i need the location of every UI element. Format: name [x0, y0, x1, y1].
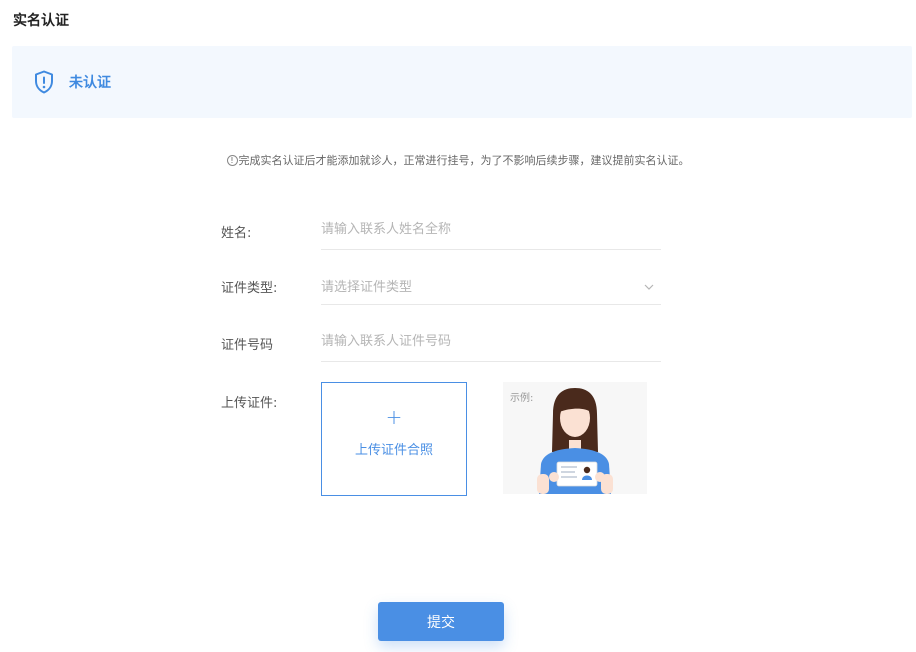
name-label: 姓名:	[221, 226, 252, 241]
upload-photo-button[interactable]: + 上传证件合照	[321, 382, 467, 496]
id-type-placeholder: 请选择证件类型	[321, 280, 413, 295]
verification-notice: ! 完成实名认证后才能添加就诊人，正常进行挂号，为了不影响后续步骤，建议提前实名认…	[0, 152, 916, 168]
name-row: 姓名:	[221, 210, 661, 250]
notice-text: 完成实名认证后才能添加就诊人，正常进行挂号，为了不影响后续步骤，建议提前实名认证…	[238, 154, 690, 167]
plus-icon: +	[385, 405, 403, 429]
upload-button-text: 上传证件合照	[354, 443, 433, 458]
id-number-field-wrapper	[321, 322, 661, 362]
page-title: 实名认证	[13, 13, 69, 29]
chevron-down-icon	[643, 278, 655, 290]
upload-label: 上传证件:	[221, 396, 278, 411]
name-field-wrapper	[321, 210, 661, 250]
example-label: 示例:	[510, 393, 534, 404]
id-number-row: 证件号码	[221, 322, 661, 362]
id-type-label: 证件类型:	[221, 281, 278, 296]
id-number-input[interactable]	[321, 322, 661, 360]
id-type-row: 证件类型: 请选择证件类型	[221, 265, 661, 305]
id-number-label: 证件号码	[221, 338, 274, 353]
verification-status-banner: 未认证	[12, 46, 912, 118]
submit-button[interactable]: 提交	[378, 602, 504, 641]
example-image: 示例:	[503, 382, 647, 494]
name-input[interactable]	[321, 210, 661, 248]
shield-alert-icon	[33, 69, 55, 95]
id-type-select[interactable]: 请选择证件类型	[321, 265, 661, 305]
verification-status-text: 未认证	[69, 75, 111, 91]
info-circle-icon: !	[226, 155, 238, 166]
